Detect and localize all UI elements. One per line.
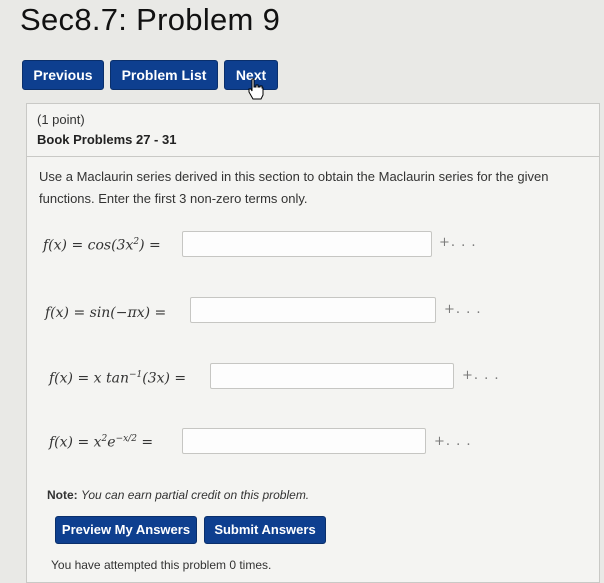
continuation-2: +. . . [444,302,482,317]
equation-3-rhs: (3x) = [142,370,187,387]
continuation-4: +. . . [434,434,472,449]
equation-4-lhs: f(x) = x [49,434,102,451]
problem-description: Use a Maclaurin series derived in this s… [39,169,549,206]
hand-pointer-icon [248,78,264,100]
problem-list-button[interactable]: Problem List [110,60,218,90]
note-label: Note: [47,488,78,502]
attempts-status: You have attempted this problem 0 times. [51,558,272,572]
answer-input-2[interactable] [190,297,436,323]
equation-4-rhs: = [136,434,154,451]
note-text: You can earn partial credit on this prob… [81,488,310,502]
divider [27,156,599,157]
equation-3-lhs: f(x) = x tan [49,370,129,387]
equation-1-lhs: f(x) = cos(3x [43,237,134,254]
equation-2-lhs: f(x) = sin(−πx) = [45,305,167,321]
equation-1-rhs: ) = [139,237,161,254]
equation-3: f(x) = x tan−1(3x) = [49,370,186,387]
equation-4: f(x) = x2e−x/2 = [49,434,153,451]
submit-answers-button[interactable]: Submit Answers [204,516,326,544]
continuation-3: +. . . [462,368,500,383]
answer-input-4[interactable] [182,428,426,454]
problem-nav: Previous Problem List Next [22,60,278,90]
previous-button[interactable]: Previous [22,60,104,90]
answer-input-1[interactable] [182,231,432,257]
book-problems-label: Book Problems 27 - 31 [37,132,177,147]
partial-credit-note: Note: You can earn partial credit on thi… [47,488,309,502]
preview-answers-button[interactable]: Preview My Answers [55,516,197,544]
equation-4-exp-power: −x/2 [115,434,137,444]
equation-1: f(x) = cos(3x2) = [43,237,161,254]
page-title: Sec8.7: Problem 9 [20,2,281,37]
equation-3-exponent: −1 [128,370,143,380]
problem-panel: (1 point) Book Problems 27 - 31 Use a Ma… [26,103,600,583]
continuation-1: +. . . [439,235,477,250]
answer-input-3[interactable] [210,363,454,389]
points-label: (1 point) [37,112,85,127]
equation-2: f(x) = sin(−πx) = [45,305,166,321]
equation-4-exp-base: e [107,434,116,451]
